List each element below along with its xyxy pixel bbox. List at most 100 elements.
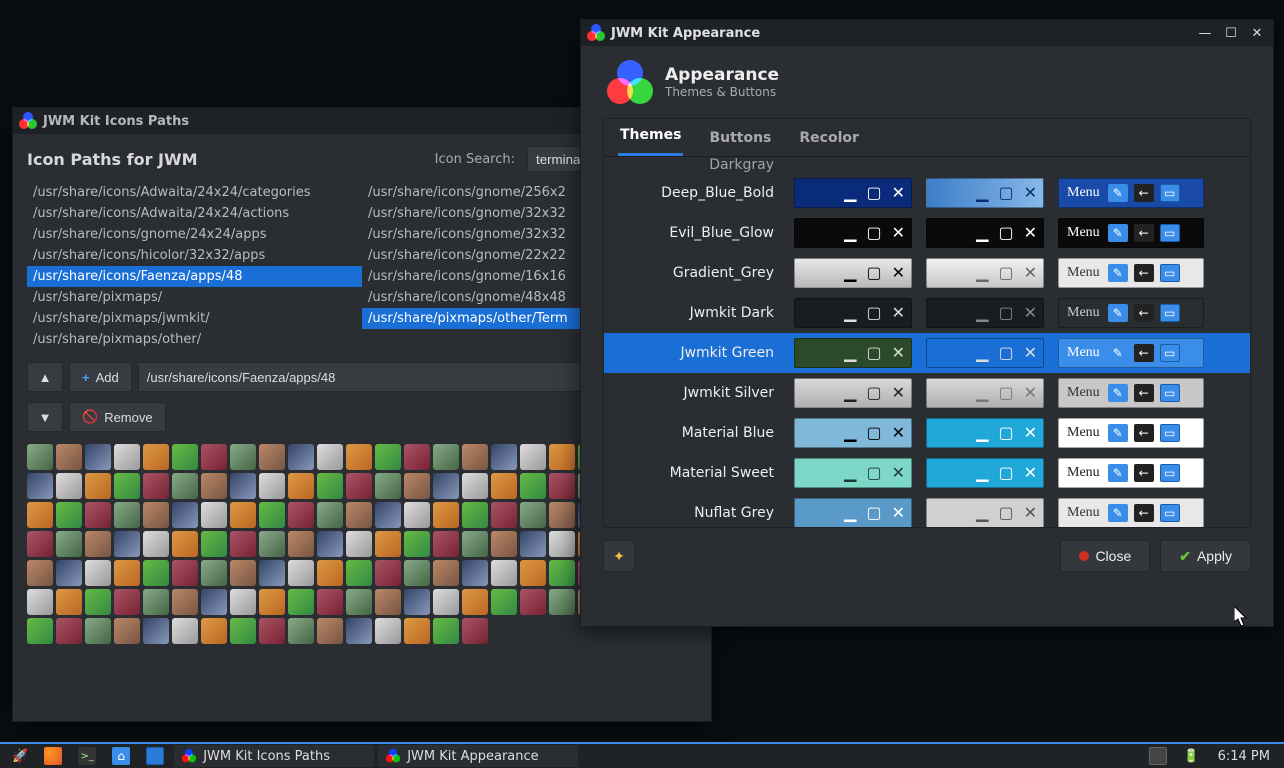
app-icon[interactable] <box>404 444 430 470</box>
app-icon[interactable] <box>172 589 198 615</box>
apply-button[interactable]: ✔Apply <box>1160 540 1251 572</box>
theme-row[interactable]: Jwmkit Silver ▁▢✕ ▁▢✕ Menu <box>604 373 1250 413</box>
app-icon[interactable] <box>201 560 227 586</box>
app-icon[interactable] <box>143 560 169 586</box>
close-button[interactable]: ✕ <box>1247 25 1267 41</box>
path-item[interactable]: /usr/share/icons/hicolor/32x32/apps <box>27 245 362 266</box>
app-icon[interactable] <box>172 473 198 499</box>
app-icon[interactable] <box>288 444 314 470</box>
app-icon[interactable] <box>375 589 401 615</box>
remove-button[interactable]: 🚫Remove <box>69 402 166 432</box>
app-icon[interactable] <box>346 531 372 557</box>
app-icon[interactable] <box>288 560 314 586</box>
app-icon[interactable] <box>433 531 459 557</box>
app-icon[interactable] <box>433 473 459 499</box>
app-icon[interactable] <box>520 473 546 499</box>
app-icon[interactable] <box>462 618 488 644</box>
add-button[interactable]: +Add <box>69 362 132 392</box>
app-icon[interactable] <box>375 560 401 586</box>
app-icon[interactable] <box>230 473 256 499</box>
app-icon[interactable] <box>143 589 169 615</box>
app-icon[interactable] <box>230 531 256 557</box>
app-icon[interactable] <box>462 502 488 528</box>
app-icon[interactable] <box>85 618 111 644</box>
app-icon[interactable] <box>549 444 575 470</box>
path-item[interactable]: /usr/share/icons/Adwaita/24x24/categorie… <box>27 182 362 203</box>
app-icon[interactable] <box>346 473 372 499</box>
app-icon[interactable] <box>230 502 256 528</box>
app-icon[interactable] <box>201 444 227 470</box>
app-icon[interactable] <box>491 531 517 557</box>
app-icon[interactable] <box>288 589 314 615</box>
clock[interactable]: 6:14 PM <box>1210 749 1278 764</box>
app-icon[interactable] <box>491 473 517 499</box>
app-icon[interactable] <box>259 473 285 499</box>
firefox-launcher[interactable] <box>38 745 68 767</box>
app-icon[interactable] <box>317 618 343 644</box>
app-icon[interactable] <box>230 589 256 615</box>
tray-workspace[interactable] <box>1143 745 1173 767</box>
app-icon[interactable] <box>259 589 285 615</box>
favorite-button[interactable]: ✦ <box>603 540 635 572</box>
app-icon[interactable] <box>433 618 459 644</box>
app-icon[interactable] <box>491 589 517 615</box>
app-icon[interactable] <box>404 531 430 557</box>
app-icon[interactable] <box>520 531 546 557</box>
app-icon[interactable] <box>85 473 111 499</box>
move-up-button[interactable]: ▲ <box>27 362 63 392</box>
theme-row[interactable]: Jwmkit Green ▁▢✕ ▁▢✕ Menu <box>604 333 1250 373</box>
app-icon[interactable] <box>259 444 285 470</box>
paths-list-left[interactable]: /usr/share/icons/Adwaita/24x24/categorie… <box>27 182 362 352</box>
app-icon[interactable] <box>201 618 227 644</box>
tray-battery[interactable]: 🔋 <box>1177 745 1205 767</box>
app-icon[interactable] <box>85 560 111 586</box>
app-icon[interactable] <box>172 444 198 470</box>
app-icon[interactable] <box>259 502 285 528</box>
app-icon[interactable] <box>375 618 401 644</box>
app-icon[interactable] <box>201 589 227 615</box>
app-icon[interactable] <box>375 531 401 557</box>
app-icon[interactable] <box>317 531 343 557</box>
app-icon[interactable] <box>375 444 401 470</box>
app-icon[interactable] <box>85 589 111 615</box>
app-icon[interactable] <box>230 444 256 470</box>
move-down-button[interactable]: ▼ <box>27 402 63 432</box>
theme-row[interactable]: Nuflat Grey ▁▢✕ ▁▢✕ Menu <box>604 493 1250 527</box>
task-appearance[interactable]: JWM Kit Appearance <box>378 745 578 767</box>
app-icon[interactable] <box>462 444 488 470</box>
app-icon[interactable] <box>520 589 546 615</box>
app-icon[interactable] <box>462 473 488 499</box>
app-icon[interactable] <box>56 560 82 586</box>
show-desktop-button[interactable] <box>140 745 170 767</box>
path-item[interactable]: /usr/share/pixmaps/jwmkit/ <box>27 308 362 329</box>
app-icon[interactable] <box>143 502 169 528</box>
app-icon[interactable] <box>172 502 198 528</box>
app-icon[interactable] <box>404 618 430 644</box>
app-icon[interactable] <box>143 444 169 470</box>
app-icon[interactable] <box>114 502 140 528</box>
app-icon[interactable] <box>375 473 401 499</box>
titlebar[interactable]: JWM Kit Appearance — ☐ ✕ <box>581 20 1273 46</box>
app-icon[interactable] <box>172 560 198 586</box>
app-icon[interactable] <box>85 444 111 470</box>
app-icon[interactable] <box>27 473 53 499</box>
app-icon[interactable] <box>346 502 372 528</box>
app-icon[interactable] <box>259 618 285 644</box>
app-icon[interactable] <box>317 473 343 499</box>
tab-themes[interactable]: Themes <box>618 118 683 156</box>
app-icon[interactable] <box>433 444 459 470</box>
app-icon[interactable] <box>230 560 256 586</box>
app-icon[interactable] <box>85 531 111 557</box>
theme-row[interactable]: Material Sweet ▁▢✕ ▁▢✕ Menu <box>604 453 1250 493</box>
app-icon[interactable] <box>201 502 227 528</box>
app-icon[interactable] <box>143 618 169 644</box>
theme-row[interactable]: Deep_Blue_Bold ▁▢✕ ▁▢✕ Menu <box>604 173 1250 213</box>
app-icon[interactable] <box>27 618 53 644</box>
app-icon[interactable] <box>491 560 517 586</box>
app-icon[interactable] <box>230 618 256 644</box>
theme-row[interactable]: Evil_Blue_Glow ▁▢✕ ▁▢✕ Menu <box>604 213 1250 253</box>
app-icon[interactable] <box>56 531 82 557</box>
path-item[interactable]: /usr/share/icons/Faenza/apps/48 <box>27 266 362 287</box>
path-item[interactable]: /usr/share/pixmaps/other/ <box>27 329 362 350</box>
app-icon[interactable] <box>462 531 488 557</box>
